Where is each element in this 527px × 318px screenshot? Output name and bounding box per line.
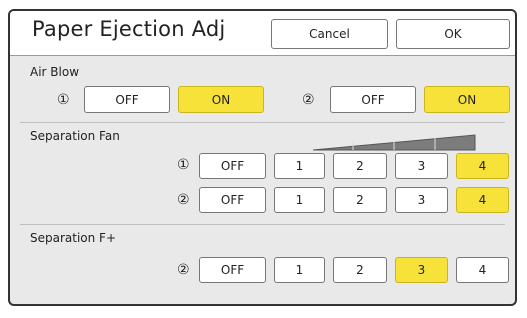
air-blow-unit1-on-button[interactable]: ON — [178, 86, 264, 113]
air-blow-unit1-marker: ① — [57, 92, 70, 108]
separation-fan-row1-level2-button[interactable]: 2 — [333, 153, 387, 179]
separation-fan-row2-level2-button[interactable]: 2 — [333, 187, 387, 213]
separation-fan-row1-level1-button[interactable]: 1 — [274, 153, 325, 179]
separation-fplus-label: Separation F+ — [30, 231, 117, 245]
separation-fan-row1-level4-button[interactable]: 4 — [456, 153, 509, 179]
air-blow-unit2-off-button[interactable]: OFF — [330, 86, 416, 113]
separation-fplus-level1-button[interactable]: 1 — [274, 257, 325, 283]
section-divider — [20, 122, 505, 123]
separation-fplus-level2-button[interactable]: 2 — [333, 257, 387, 283]
separation-fan-row2-off-button[interactable]: OFF — [199, 187, 266, 213]
separation-fplus-marker: ② — [177, 262, 190, 278]
separation-fan-row2-level3-button[interactable]: 3 — [395, 187, 448, 213]
separation-fan-row1-off-button[interactable]: OFF — [199, 153, 266, 179]
separation-fplus-off-button[interactable]: OFF — [199, 257, 266, 283]
paper-ejection-adj-dialog: Paper Ejection Adj Cancel OK Air Blow ① … — [8, 9, 517, 306]
separation-fplus-level3-button[interactable]: 3 — [395, 257, 448, 283]
air-blow-unit2-marker: ② — [302, 92, 315, 108]
air-blow-unit1-off-button[interactable]: OFF — [84, 86, 170, 113]
separation-fan-row1-level3-button[interactable]: 3 — [395, 153, 448, 179]
air-blow-unit2-on-button[interactable]: ON — [424, 86, 510, 113]
page-title: Paper Ejection Adj — [32, 17, 226, 41]
separation-fan-label: Separation Fan — [30, 129, 120, 143]
fan-strength-wedge-icon — [313, 134, 476, 151]
separation-fan-row1-marker: ① — [177, 157, 190, 173]
separation-fplus-level4-button[interactable]: 4 — [456, 257, 509, 283]
ok-button[interactable]: OK — [396, 19, 510, 49]
air-blow-label: Air Blow — [30, 65, 80, 79]
separation-fan-row2-level1-button[interactable]: 1 — [274, 187, 325, 213]
section-divider — [20, 224, 505, 225]
separation-fan-row2-marker: ② — [177, 192, 190, 208]
separation-fan-row2-level4-button[interactable]: 4 — [456, 187, 509, 213]
dialog-header: Paper Ejection Adj Cancel OK — [10, 11, 515, 56]
cancel-button[interactable]: Cancel — [271, 19, 388, 49]
